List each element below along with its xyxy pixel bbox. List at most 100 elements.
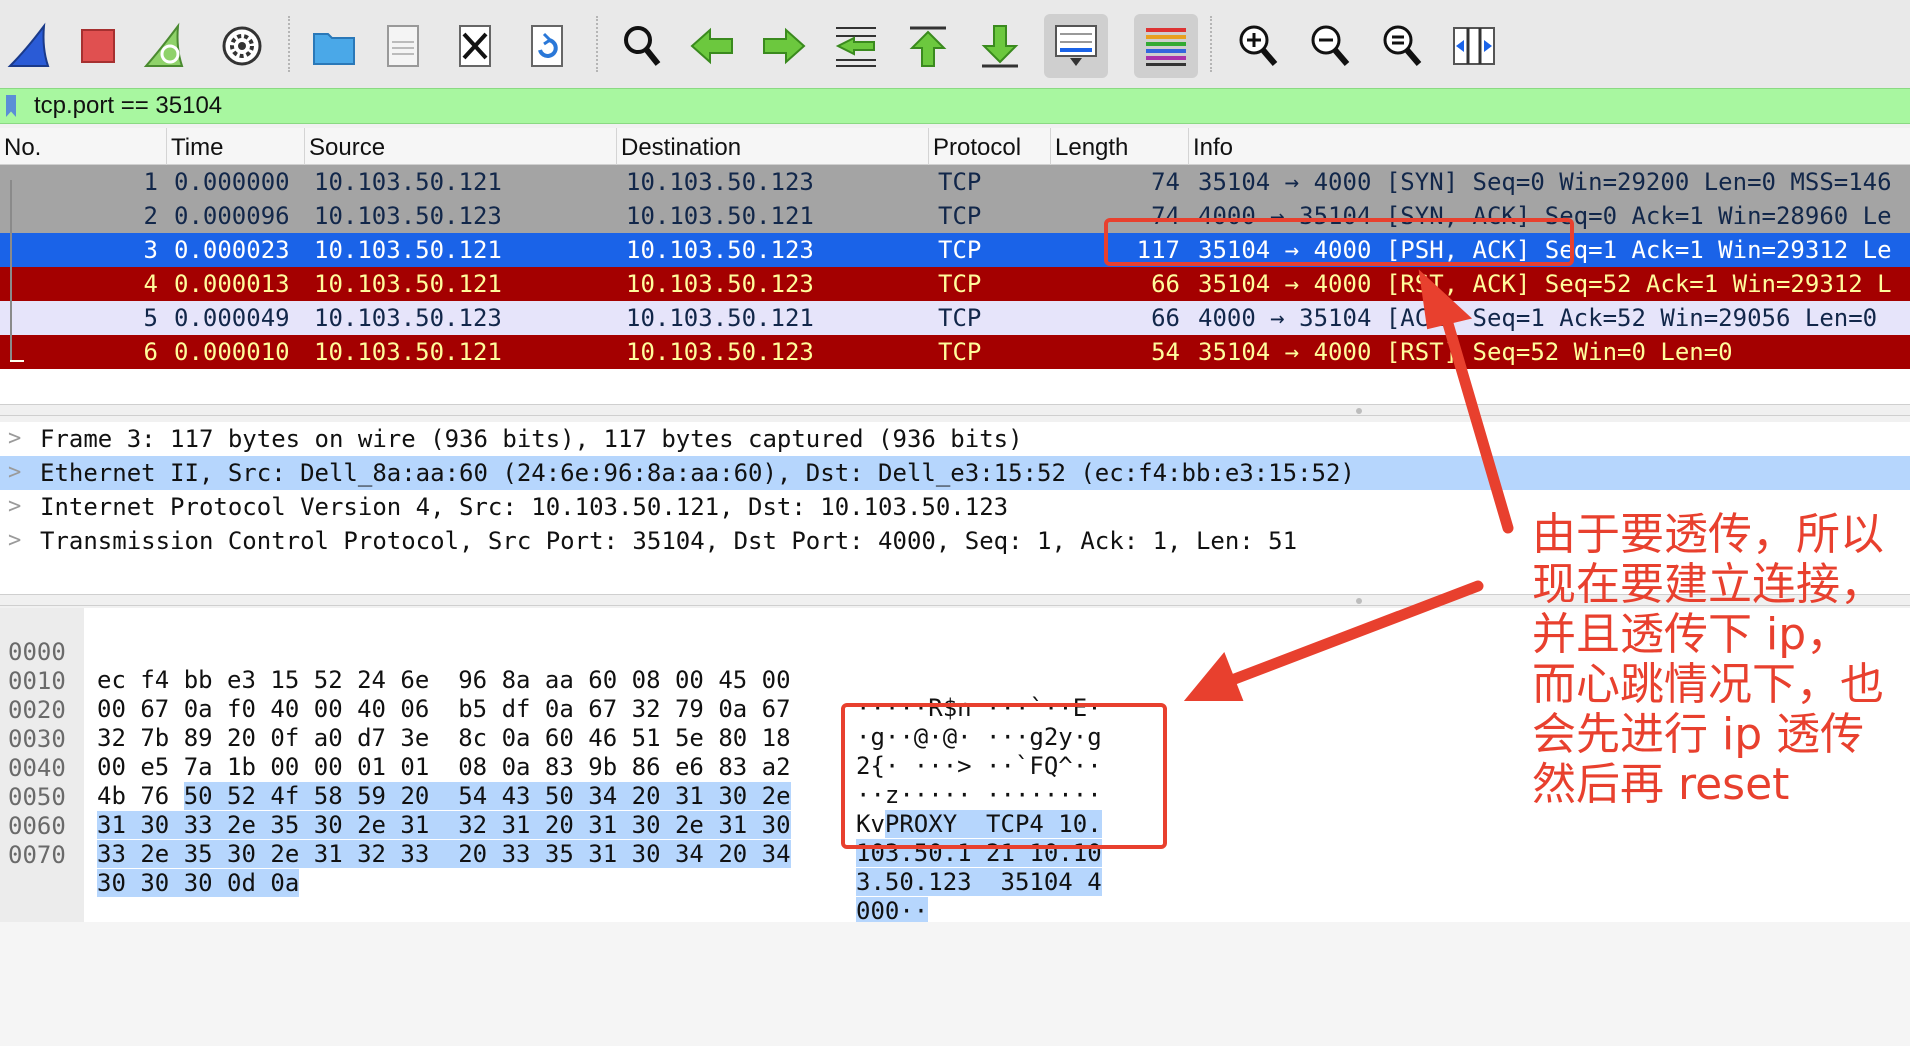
find-packet-icon[interactable]: [610, 14, 674, 78]
annotation-line: 并且透传下 ip，: [1532, 609, 1851, 660]
close-file-icon[interactable]: [444, 14, 508, 78]
packet-source: 10.103.50.123: [314, 304, 502, 332]
packet-no: 6: [143, 338, 158, 366]
filter-bookmark-icon[interactable]: [6, 95, 16, 117]
packet-destination: 10.103.50.123: [626, 270, 814, 298]
byte-offset: 0070: [8, 841, 66, 869]
packet-time: 0.000000: [174, 168, 290, 196]
detail-row-frame[interactable]: > Frame 3: 117 bytes on wire (936 bits),…: [0, 422, 1910, 456]
status-area: [0, 922, 1910, 1046]
last-packet-icon[interactable]: [968, 14, 1032, 78]
open-file-icon[interactable]: [302, 14, 366, 78]
packet-protocol: TCP: [938, 338, 982, 366]
packet-row[interactable]: 6 0.000010 10.103.50.121 10.103.50.123 T…: [0, 335, 1910, 369]
column-header-source[interactable]: Source: [304, 128, 616, 165]
packet-row[interactable]: 1 0.000000 10.103.50.121 10.103.50.123 T…: [0, 165, 1910, 199]
go-forward-icon[interactable]: [752, 14, 816, 78]
detail-row-text: Frame 3: 117 bytes on wire (936 bits), 1…: [40, 425, 1023, 453]
autoscroll-icon[interactable]: [1044, 14, 1108, 78]
zoom-normal-icon[interactable]: [1370, 14, 1434, 78]
packet-source: 10.103.50.121: [314, 236, 502, 264]
packet-destination: 10.103.50.123: [626, 236, 814, 264]
packet-length: 66: [1151, 304, 1180, 332]
column-header-no[interactable]: No.: [0, 128, 166, 165]
detail-row-text: Transmission Control Protocol, Src Port:…: [40, 527, 1298, 555]
go-back-icon[interactable]: [680, 14, 744, 78]
reload-file-icon[interactable]: [516, 14, 580, 78]
detail-row-ethernet[interactable]: > Ethernet II, Src: Dell_8a:aa:60 (24:6e…: [0, 456, 1910, 490]
packet-list-header: No. Time Source Destination Protocol Len…: [0, 128, 1910, 165]
toolbar-separator: [1210, 16, 1212, 72]
zoom-in-icon[interactable]: [1226, 14, 1290, 78]
first-packet-icon[interactable]: [896, 14, 960, 78]
packet-time: 0.000096: [174, 202, 290, 230]
annotation-line: 而心跳情况下，也: [1532, 659, 1884, 710]
column-header-destination[interactable]: Destination: [616, 128, 928, 165]
column-header-time[interactable]: Time: [166, 128, 304, 165]
column-header-length[interactable]: Length: [1050, 128, 1188, 165]
packet-info: 35104 → 4000 [RST, ACK] Seq=52 Ack=1 Win…: [1198, 270, 1892, 298]
main-toolbar: [0, 0, 1910, 88]
packet-no: 2: [143, 202, 158, 230]
packet-protocol: TCP: [938, 168, 982, 196]
packet-destination: 10.103.50.121: [626, 202, 814, 230]
shark-fin-start-icon[interactable]: [0, 14, 64, 78]
display-filter-bar: tcp.port == 35104: [0, 88, 1910, 124]
packet-row[interactable]: 4 0.000013 10.103.50.121 10.103.50.123 T…: [0, 267, 1910, 301]
annotation-line: 现在要建立连接，: [1532, 559, 1884, 610]
packet-no: 3: [143, 236, 158, 264]
packet-row[interactable]: 2 0.000096 10.103.50.123 10.103.50.121 T…: [0, 199, 1910, 233]
packet-protocol: TCP: [938, 202, 982, 230]
packet-source: 10.103.50.121: [314, 270, 502, 298]
annotation-note: 由于要透传，所以 现在要建立连接， 并且透传下 ip， 而心跳情况下，也 会先进…: [1532, 510, 1910, 810]
packet-destination: 10.103.50.123: [626, 168, 814, 196]
chevron-right-icon[interactable]: >: [8, 490, 21, 524]
zoom-out-icon[interactable]: [1298, 14, 1362, 78]
ascii-bytes[interactable]: 000··: [856, 897, 929, 925]
annotation-line: 然后再 reset: [1532, 759, 1790, 810]
packet-protocol: TCP: [938, 236, 982, 264]
restart-capture-icon[interactable]: [134, 14, 198, 78]
go-to-packet-icon[interactable]: [824, 14, 888, 78]
stop-capture-icon[interactable]: [66, 14, 130, 78]
packet-info: 4000 → 35104 [ACK] Seq=1 Ack=52 Win=2905…: [1198, 304, 1878, 332]
packet-info: 35104 → 4000 [RST] Seq=52 Win=0 Len=0: [1198, 338, 1733, 366]
column-header-protocol[interactable]: Protocol: [928, 128, 1050, 165]
packet-protocol: TCP: [938, 270, 982, 298]
capture-options-icon[interactable]: [210, 14, 274, 78]
chevron-right-icon[interactable]: >: [8, 524, 21, 558]
annotation-box-psh-ack: [1104, 218, 1574, 266]
annotation-line: 由于要透传，所以: [1532, 509, 1884, 560]
packet-no: 1: [143, 168, 158, 196]
packet-destination: 10.103.50.121: [626, 304, 814, 332]
packet-source: 10.103.50.121: [314, 338, 502, 366]
colorize-icon[interactable]: [1134, 14, 1198, 78]
save-file-icon[interactable]: [372, 14, 436, 78]
packet-source: 10.103.50.121: [314, 168, 502, 196]
annotation-line: 会先进行 ip 透传: [1532, 709, 1865, 760]
chevron-right-icon[interactable]: >: [8, 422, 21, 456]
packet-source: 10.103.50.123: [314, 202, 502, 230]
packet-no: 5: [143, 304, 158, 332]
conversation-tree-end: [10, 360, 24, 362]
hex-bytes[interactable]: 30 30 30 0d 0a: [97, 869, 300, 897]
toolbar-separator: [596, 16, 598, 72]
packet-list: No. Time Source Destination Protocol Len…: [0, 128, 1910, 404]
packet-length: 54: [1151, 338, 1180, 366]
packet-length: 74: [1151, 168, 1180, 196]
chevron-right-icon[interactable]: >: [8, 456, 21, 490]
packet-time: 0.000023: [174, 236, 290, 264]
ascii-bytes[interactable]: 3.50.123 35104 4: [856, 868, 1102, 896]
packet-row-selected[interactable]: 3 0.000023 10.103.50.121 10.103.50.123 T…: [0, 233, 1910, 267]
annotation-box-proxy-payload: [841, 703, 1167, 849]
resize-columns-icon[interactable]: [1442, 14, 1506, 78]
pane-splitter[interactable]: [0, 404, 1910, 416]
packet-time: 0.000013: [174, 270, 290, 298]
packet-time: 0.000010: [174, 338, 290, 366]
packet-length: 66: [1151, 270, 1180, 298]
display-filter-input[interactable]: tcp.port == 35104: [34, 91, 222, 121]
packet-no: 4: [143, 270, 158, 298]
packet-row[interactable]: 5 0.000049 10.103.50.123 10.103.50.121 T…: [0, 301, 1910, 335]
hex-bytes[interactable]: 33 2e 35 30 2e 31 32 33 20 33 35 31 30 3…: [97, 840, 791, 868]
column-header-info[interactable]: Info: [1188, 128, 1910, 165]
